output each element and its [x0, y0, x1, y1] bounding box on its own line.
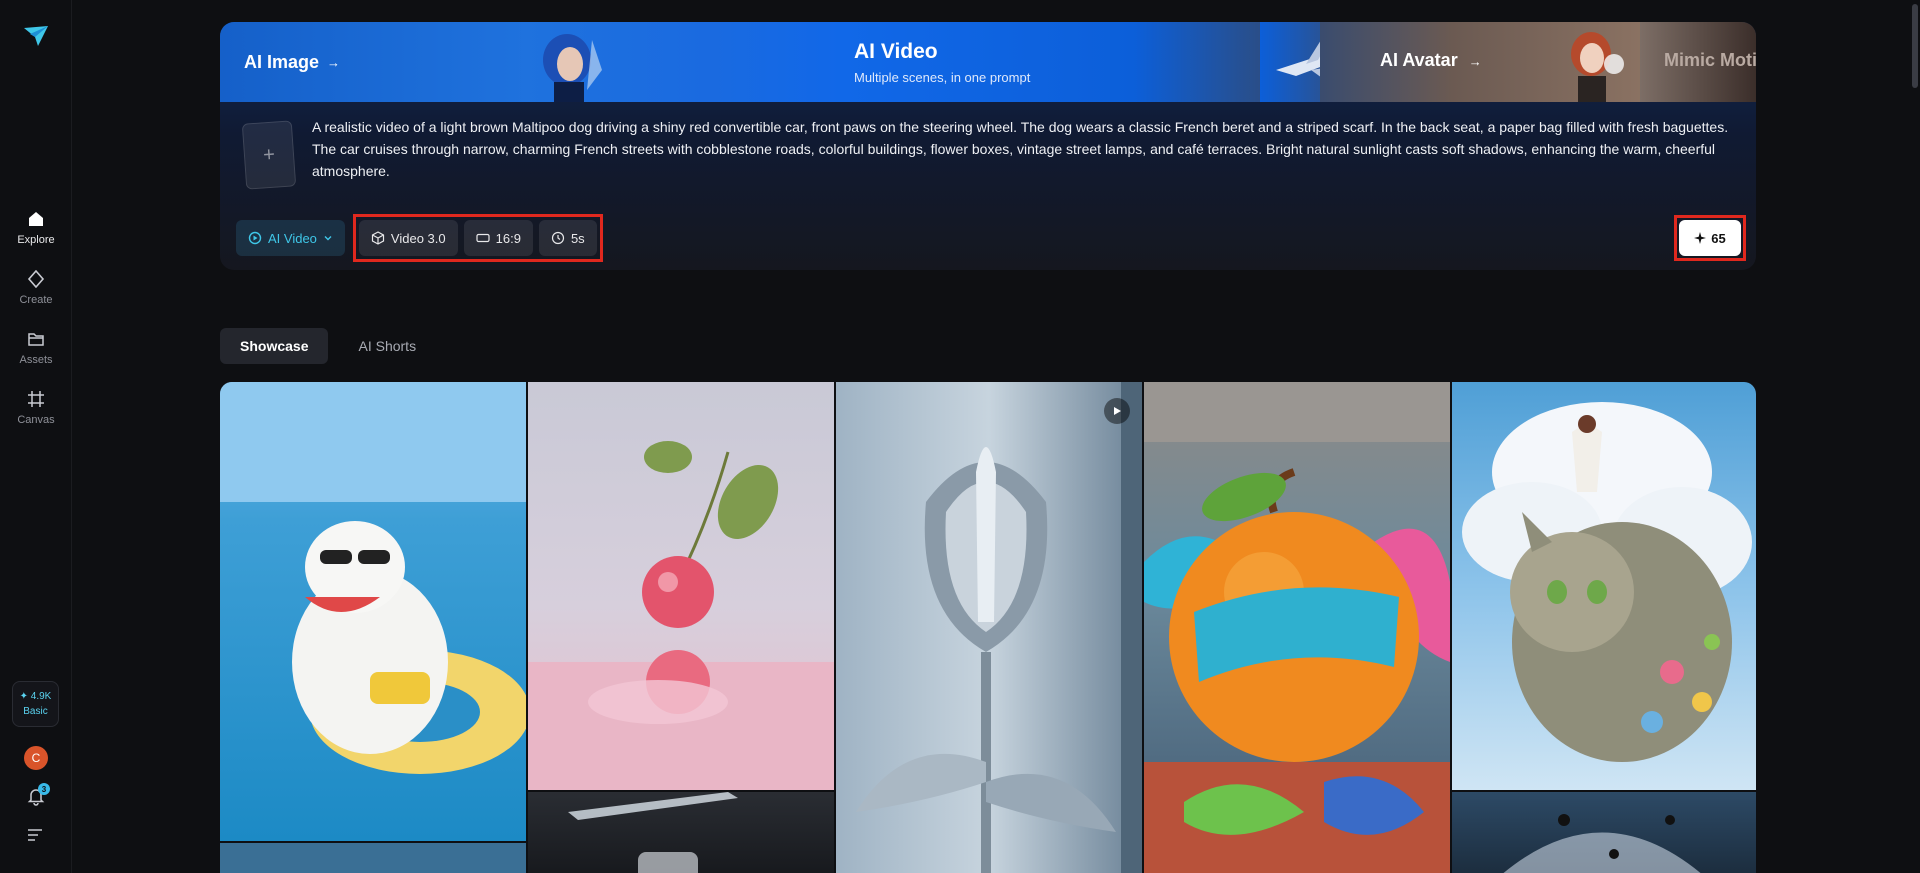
cat-girl-illustration-image [1462, 402, 1752, 762]
play-video-button[interactable] [1104, 398, 1130, 424]
generate-button-highlight: 65 [1674, 215, 1746, 261]
cherries-image [528, 441, 834, 790]
prompt-area: + A realistic video of a light brown Mal… [220, 102, 1756, 270]
arrow-right-icon: → [1468, 54, 1482, 69]
tab-subtitle: Multiple scenes, in one prompt [854, 70, 1031, 85]
home-icon [25, 208, 47, 230]
duration-label: 5s [570, 230, 585, 246]
sidebar-item-explore[interactable]: Explore [0, 208, 72, 258]
create-panel: AI Image → AI Video Multiple scenes, in … [220, 22, 1756, 270]
play-icon [1114, 407, 1121, 415]
duration-select[interactable]: 5s [538, 220, 597, 256]
sidebar-item-label: Canvas [17, 414, 55, 426]
credits-badge[interactable]: ✦ 4.9K Basic [12, 681, 59, 727]
cube-icon [371, 231, 385, 245]
sidebar-item-label: Explore [17, 234, 55, 246]
chrome-tulip-image [856, 382, 1142, 873]
sidebar-item-label: Create [19, 294, 53, 306]
generate-cost: 65 [1711, 230, 1726, 246]
video-options-group: Video 3.0 16:9 5s [352, 214, 603, 262]
arrow-right-icon: → [327, 54, 341, 70]
mode-tabs: AI Image → AI Video Multiple scenes, in … [220, 22, 1756, 102]
canvas-grid-icon [25, 388, 47, 410]
cat-pool-image [220, 382, 526, 774]
showcase-gallery [220, 382, 1756, 873]
tab-label: AI Video [854, 40, 938, 63]
plan-label: Basic [23, 706, 48, 717]
gallery-item-cat-girl[interactable] [1452, 382, 1756, 790]
sparkle-icon [1694, 232, 1707, 244]
plus-icon: + [262, 143, 276, 166]
gallery-item-spider-scene[interactable] [1452, 792, 1756, 873]
page-scrollbar[interactable] [1912, 4, 1918, 88]
notification-count-badge: 3 [38, 783, 50, 795]
sidebar: Explore Create Assets Canvas ✦ 4.9K Basi… [0, 0, 72, 873]
dark-scene-image [568, 792, 738, 873]
sidebar-item-canvas[interactable]: Canvas [0, 388, 72, 438]
mode-select[interactable]: AI Video [236, 220, 345, 256]
sidebar-item-label: Assets [19, 354, 53, 366]
aspect-ratio-select[interactable]: 16:9 [463, 220, 533, 256]
tab-label: Mimic Motion [1664, 50, 1756, 70]
gallery-item-cat-pool[interactable] [220, 382, 526, 841]
aspect-ratio-label: 16:9 [495, 230, 521, 246]
tab-showcase[interactable]: Showcase [220, 328, 329, 364]
generation-controls: AI Video Video 3.0 16:9 5s [236, 214, 603, 262]
gallery-item-cherries[interactable] [528, 382, 834, 790]
summer-vibes-graffiti-image [1144, 382, 1450, 873]
blue-hair-portrait-image [543, 34, 602, 102]
spider-web-image [1503, 814, 1701, 873]
prompt-input[interactable]: A realistic video of a light brown Malti… [312, 116, 1732, 182]
redhead-avatar-image [1571, 32, 1624, 102]
sidebar-item-create[interactable]: Create [0, 268, 72, 318]
tab-label: AI Image [244, 51, 320, 72]
aspect-ratio-icon [476, 233, 490, 243]
avatar[interactable]: C [24, 746, 48, 770]
video-mode-icon [248, 231, 262, 245]
sparkle-diamond-icon [25, 268, 47, 290]
gallery-tabs: Showcase AI Shorts [220, 328, 436, 364]
tab-ai-video[interactable]: AI Video Multiple scenes, in one prompt [840, 22, 1260, 102]
mode-select-label: AI Video [268, 230, 317, 246]
image-upload-button[interactable]: + [241, 120, 297, 190]
gallery-item-summer-vibes[interactable] [1144, 382, 1450, 873]
model-select[interactable]: Video 3.0 [358, 220, 458, 256]
gallery-item-chrome-tulip[interactable] [836, 382, 1142, 873]
model-label: Video 3.0 [390, 230, 446, 246]
gallery-item-dark-scene[interactable] [528, 792, 834, 873]
clock-icon [551, 231, 565, 245]
tab-ai-shorts[interactable]: AI Shorts [338, 328, 436, 364]
app-logo-icon[interactable] [22, 22, 50, 50]
credits-amount: ✦ 4.9K [19, 691, 52, 702]
folder-icon [25, 328, 47, 350]
sidebar-item-assets[interactable]: Assets [0, 328, 72, 378]
menu-icon[interactable] [27, 828, 43, 842]
tab-label: AI Avatar [1380, 50, 1458, 70]
generate-button[interactable]: 65 [1679, 220, 1741, 256]
tab-mimic-motion-label[interactable]: Mimic Motion → [1664, 50, 1756, 71]
tab-ai-image[interactable]: AI Image → [220, 22, 530, 102]
gallery-item[interactable] [220, 843, 526, 873]
chevron-down-icon [324, 236, 332, 241]
